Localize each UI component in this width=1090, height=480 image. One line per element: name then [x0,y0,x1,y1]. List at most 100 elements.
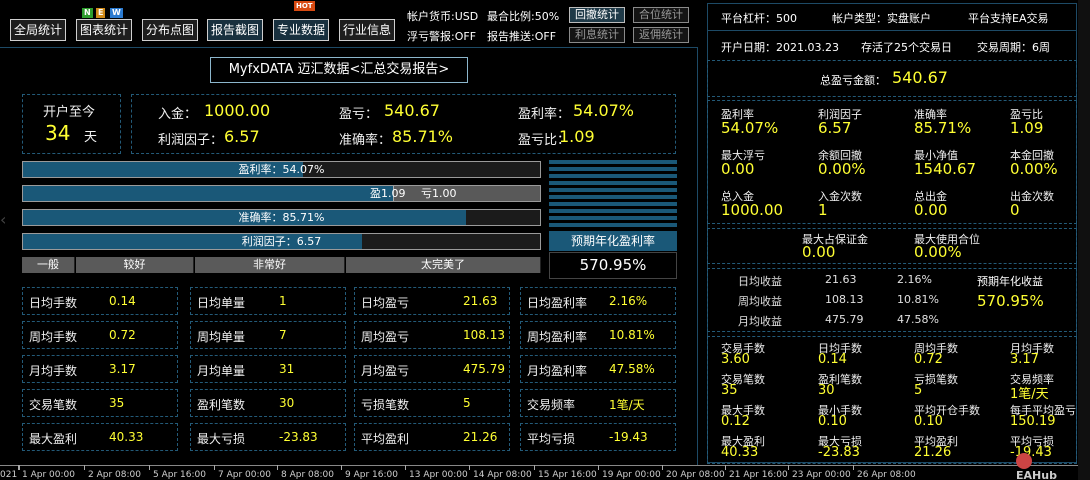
axis-tick [214,465,215,470]
stat-value: 5 [914,383,923,398]
axis-label: 15 Apr 16:00 [538,470,597,480]
grid-cell: 平均盈利 21.26 [354,423,510,451]
axis-label: 26 Apr 08:00 [857,470,916,480]
new-badge-e: E [96,8,106,18]
stat-value: 0.14 [818,352,847,367]
axis-tick [598,465,599,470]
grid-label: 月均单量 [197,364,246,378]
annual-yield-label: 预期年化收益 [977,275,1043,288]
industry-info-button[interactable]: 行业信息 [339,19,395,41]
report-push: 报告推送:OFF [487,30,557,43]
trading-cycle: 交易周期：6周 [977,41,1050,54]
grid-cell: 交易频率 1笔/天 [520,389,676,417]
scale-perfect: 太完美了 [346,257,541,273]
axis-tick [534,465,535,470]
floating-loss-alert: 浮亏警报:OFF [407,30,477,43]
gauge-stripe [549,174,677,178]
gauge-stripe [549,216,677,220]
stat-value: 0 [1010,201,1020,219]
pro-data-button[interactable]: 专业数据 [273,19,329,41]
gauge-stripe [549,195,677,199]
grid-label: 亏损笔数 [361,398,410,412]
stat-value: 1 [818,201,828,219]
axis-tick [469,465,470,470]
grid-cell: 平均亏损 -19.43 [520,423,676,451]
grid-cell: 日均单量 1 [190,287,346,315]
rebate-stats-button[interactable]: 返佣统计 [633,27,689,43]
win-loss-bar-fill [23,186,393,201]
grid-value: 10.81% [609,328,655,342]
axis-tick [149,465,150,470]
annual-value: 570.95% [549,252,677,279]
report-screenshot-button[interactable]: 报告截图 [207,19,263,41]
grid-label: 日均盈利率 [527,296,588,310]
axis-tick [788,465,789,470]
grid-label: 最大亏损 [197,432,246,446]
profit-rate-bar: 盈利率：54.07% [22,161,541,178]
grid-cell: 最大盈利 40.33 [22,423,178,451]
grid-label: 最大盈利 [29,432,78,446]
stat-value: 30 [818,383,835,398]
stat-value: 1000.00 [721,201,784,219]
annual-label: 预期年化盈利率 [549,231,677,251]
right-scrollbar[interactable] [1078,0,1090,480]
axis-label: 21 Apr 16:00 [729,470,788,480]
grid-label: 周均手数 [29,330,78,344]
grid-cell: 月均单量 31 [190,355,346,383]
grid-label: 盈利笔数 [197,398,246,412]
stat-value: 0.10 [914,414,943,429]
grid-label: 平均亏损 [527,432,576,446]
grid-value: 21.26 [463,430,498,444]
axis-label: 5 Apr 16:00 [153,470,206,480]
grid-cell: 日均手数 0.14 [22,287,178,315]
grid-cell: 最大亏损 -23.83 [190,423,346,451]
grid-value: 31 [279,362,295,376]
stat-value: 0.00 [914,201,948,219]
axis-tick [19,465,20,470]
stat-value: 3.17 [1010,352,1039,367]
grid-label: 月均盈利率 [527,364,588,378]
margin-value: 0.00 [802,243,836,261]
grid-value: 5 [463,396,471,410]
distribution-chart-button[interactable]: 分布点图 [142,19,198,41]
drawdown-stats-button[interactable]: 回撤统计 [569,7,625,23]
profit-rate-value: 54.07% [573,101,635,120]
accuracy-label: 准确率： [339,133,392,148]
chart-stats-button[interactable]: 图表统计 [76,19,132,41]
profit-rate-label: 盈利率： [518,107,571,122]
grid-cell: 日均盈利率 2.16% [520,287,676,315]
annual-gauge [549,160,677,230]
interest-stats-button[interactable]: 利息统计 [569,27,625,43]
account-currency: 帐户货币:USD [407,10,479,23]
deposit-value: 1000.00 [204,101,271,120]
grid-value: 3.17 [109,362,136,376]
global-stats-button[interactable]: 全局统计 [10,19,66,41]
scroll-left-icon[interactable]: ‹ [0,210,6,229]
yield-label: 周均收益 [738,295,782,308]
days-label: 开户至今 [43,105,96,120]
grid-cell: 盈利笔数 30 [190,389,346,417]
yield-label: 月均收益 [738,315,782,328]
axis-label: 021 [0,470,18,480]
axis-label: 7 Apr 00:00 [218,470,271,480]
stat-value: 0.72 [914,352,943,367]
axis-label: 9 Apr 16:00 [345,470,398,480]
time-axis [0,465,1078,466]
grid-value: -23.83 [279,430,318,444]
grid-cell: 日均盈亏 21.63 [354,287,510,315]
grid-value: 7 [279,328,287,342]
axis-label: 1 Apr 00:00 [22,470,75,480]
yield-value: 108.13 [825,293,864,306]
grid-cell: 月均盈亏 475.79 [354,355,510,383]
grid-label: 日均单量 [197,296,246,310]
gauge-stripe [549,181,677,185]
total-value: 540.67 [892,68,948,87]
position-stats-button[interactable]: 合位统计 [633,7,689,23]
grid-cell: 月均盈利率 47.58% [520,355,676,383]
grid-label: 平均盈利 [361,432,410,446]
grid-cell: 月均手数 3.17 [22,355,178,383]
grid-label: 日均盈亏 [361,296,410,310]
scale-good: 较好 [76,257,194,273]
gauge-stripe [549,160,677,164]
gauge-stripe [549,202,677,206]
